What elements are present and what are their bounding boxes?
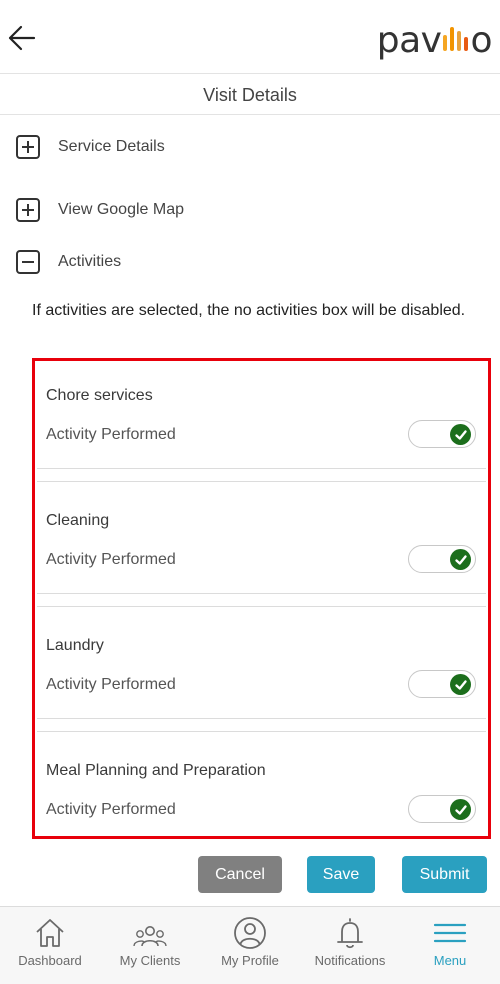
tab-my-clients[interactable]: My Clients [100,907,200,984]
activity-name: Meal Planning and Preparation [46,762,266,779]
activity-name: Laundry [46,637,104,654]
page-title: Visit Details [0,74,500,115]
expand-plus-icon [16,198,40,222]
tab-label: My Profile [221,953,279,968]
activity-card: Laundry Activity Performed [37,608,486,718]
activity-performed-toggle[interactable] [408,795,476,823]
section-label: Activities [58,253,122,270]
hamburger-icon [433,923,467,943]
section-service-details[interactable]: Service Details [16,135,165,159]
card-divider [37,468,486,482]
activity-card: Chore services Activity Performed [37,361,486,468]
collapse-minus-icon [16,250,40,274]
activity-card: Meal Planning and Preparation Activity P… [37,733,486,836]
tab-label: Menu [433,953,467,968]
profile-icon [234,917,266,949]
activity-performed-label: Activity Performed [46,676,176,693]
activity-performed-toggle[interactable] [408,420,476,448]
section-label: Service Details [58,138,165,155]
activity-performed-toggle[interactable] [408,545,476,573]
people-icon [133,926,167,947]
activity-card: Cleaning Activity Performed [37,483,486,593]
tab-menu[interactable]: Menu [400,907,500,984]
cancel-button[interactable]: Cancel [198,856,282,893]
back-button[interactable] [6,22,38,54]
app-header: pav o [0,0,500,74]
tab-label: My Clients [119,953,181,968]
activity-performed-label: Activity Performed [46,426,176,443]
bottom-tab-bar: Dashboard My Clients My Profile Notifica… [0,906,500,984]
expand-plus-icon [16,135,40,159]
section-label: View Google Map [58,201,184,218]
submit-button[interactable]: Submit [402,856,487,893]
activity-performed-label: Activity Performed [46,801,176,818]
activity-performed-label: Activity Performed [46,551,176,568]
checkmark-icon [450,549,471,570]
activity-name: Chore services [46,387,153,404]
section-view-google-map[interactable]: View Google Map [16,198,184,222]
pavillio-logo: pav o [376,19,493,61]
house-icon [36,919,64,947]
activity-performed-toggle[interactable] [408,670,476,698]
section-activities[interactable]: Activities [16,250,121,274]
activity-name: Cleaning [46,512,110,529]
tab-dashboard[interactable]: Dashboard [0,907,100,984]
tab-notifications[interactable]: Notifications [300,907,400,984]
logo-bars [443,25,469,55]
tab-label: Dashboard [18,953,82,968]
checkmark-icon [450,674,471,695]
bell-icon [337,918,363,949]
activities-info-text: If activities are selected, the no activ… [32,302,466,319]
arrow-left-icon [8,25,36,51]
checkmark-icon [450,799,471,820]
save-button[interactable]: Save [307,856,375,893]
tab-label: Notifications [314,953,386,968]
card-divider [37,593,486,607]
checkmark-icon [450,424,471,445]
tab-my-profile[interactable]: My Profile [200,907,300,984]
card-divider [37,718,486,732]
